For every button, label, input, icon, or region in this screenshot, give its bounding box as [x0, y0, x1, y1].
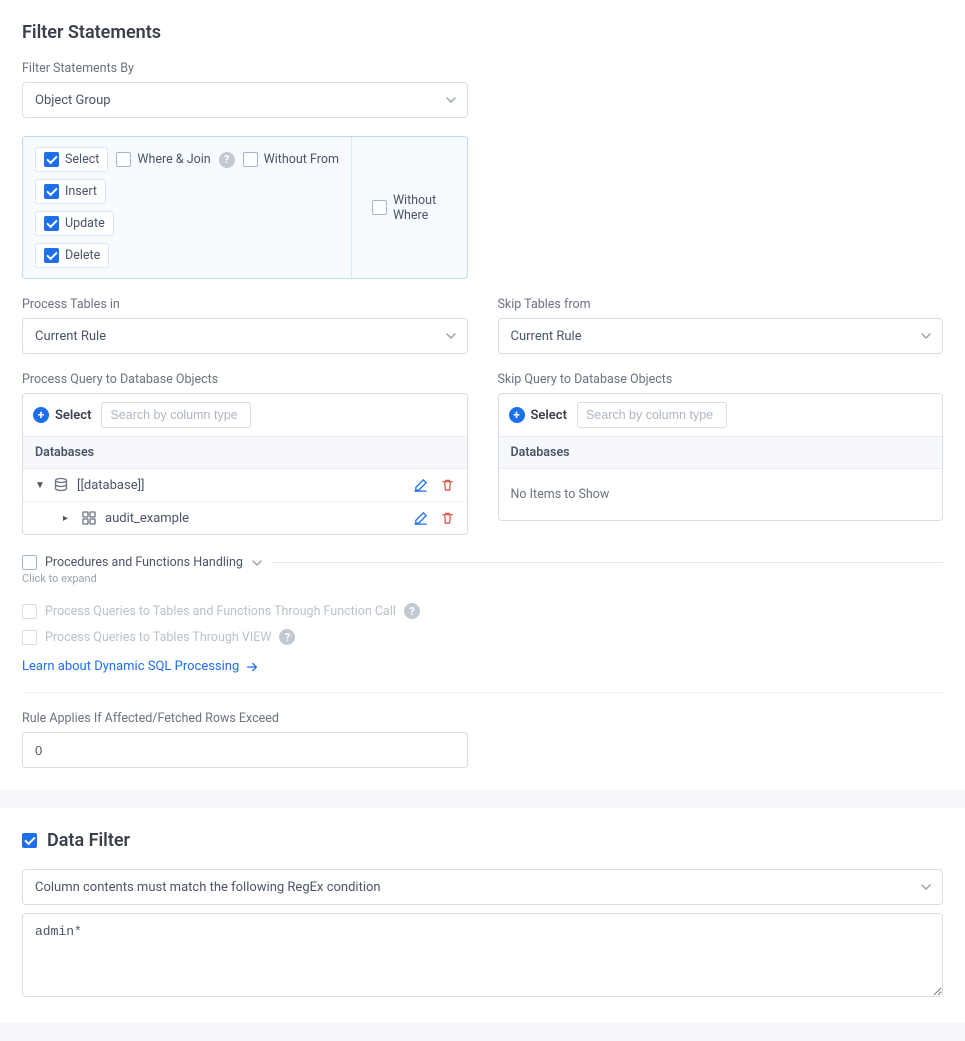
delete-button[interactable]: [440, 511, 455, 526]
filter-by-select[interactable]: Object Group: [22, 82, 468, 118]
checkbox-icon: [44, 248, 59, 263]
checkbox-icon: [372, 200, 387, 215]
process-query-label: Process Query to Database Objects: [22, 372, 468, 387]
learn-dynamic-sql-link[interactable]: Learn about Dynamic SQL Processing: [22, 659, 259, 674]
help-icon[interactable]: ?: [219, 152, 235, 168]
tree-row-database[interactable]: ▼ [[database]]: [23, 469, 467, 502]
rows-exceed-input[interactable]: [22, 732, 468, 768]
help-icon[interactable]: ?: [404, 603, 420, 619]
tree-database-name: [[database]]: [77, 478, 405, 493]
data-filter-checkbox[interactable]: [22, 833, 37, 848]
filter-statements-title: Filter Statements: [22, 22, 943, 43]
chevron-down-icon: [251, 557, 263, 569]
caret-right-icon[interactable]: ▸: [63, 513, 73, 524]
skip-query-add-button[interactable]: + Select: [509, 407, 567, 423]
checkbox-icon: [116, 152, 131, 167]
process-tables-label: Process Tables in: [22, 297, 468, 312]
checkbox-icon: [243, 152, 258, 167]
rows-exceed-label: Rule Applies If Affected/Fetched Rows Ex…: [22, 711, 468, 726]
stmt-withoutwhere-checkbox[interactable]: Without Where: [372, 193, 447, 223]
chevron-down-icon: [445, 94, 457, 106]
skip-query-databases-header: Databases: [499, 437, 943, 469]
process-through-call-checkbox: Process Queries to Tables and Functions …: [22, 603, 943, 619]
data-filter-condition-value: Column contents must match the following…: [35, 880, 381, 895]
skip-tables-select[interactable]: Current Rule: [498, 318, 944, 354]
statement-left-group: Select Where & Join ? Without From: [23, 137, 352, 278]
checkbox-icon: [44, 184, 59, 199]
checkbox-icon: [44, 152, 59, 167]
process-tables-select[interactable]: Current Rule: [22, 318, 468, 354]
stmt-select-checkbox[interactable]: Select: [35, 147, 108, 172]
delete-button[interactable]: [440, 478, 455, 493]
data-filter-condition-select[interactable]: Column contents must match the following…: [22, 869, 943, 905]
data-filter-regex-input[interactable]: [22, 913, 943, 997]
statement-type-box: Select Where & Join ? Without From: [22, 136, 468, 279]
process-query-add-button[interactable]: + Select: [33, 407, 91, 423]
plus-icon: +: [509, 407, 525, 423]
checkbox-icon: [22, 604, 37, 619]
checkbox-icon: [44, 216, 59, 231]
chevron-down-icon: [920, 330, 932, 342]
checkbox-icon: [22, 555, 37, 570]
skip-tables-value: Current Rule: [511, 329, 582, 344]
stmt-delete-checkbox[interactable]: Delete: [35, 243, 109, 268]
data-filter-card: Data Filter Column contents must match t…: [0, 808, 965, 1023]
procedures-expander-toggle[interactable]: Procedures and Functions Handling: [22, 555, 263, 570]
divider: [22, 692, 943, 693]
tree-row-schema[interactable]: ▸ audit_example: [23, 502, 467, 534]
process-tables-value: Current Rule: [35, 329, 106, 344]
stmt-wherejoin-checkbox[interactable]: Where & Join: [116, 152, 210, 167]
process-query-databases-header: Databases: [23, 437, 467, 469]
skip-query-empty: No Items to Show: [499, 469, 943, 520]
filter-by-value: Object Group: [35, 93, 111, 108]
plus-icon: +: [33, 407, 49, 423]
database-icon: [53, 477, 69, 493]
edit-button[interactable]: [413, 511, 428, 526]
stmt-insert-checkbox[interactable]: Insert: [35, 179, 106, 204]
stmt-withoutfrom-checkbox[interactable]: Without From: [243, 152, 339, 167]
click-to-expand-hint: Click to expand: [22, 572, 943, 585]
schema-icon: [81, 510, 97, 526]
data-filter-title: Data Filter: [47, 830, 130, 851]
statement-right-group: Without Where: [352, 137, 467, 278]
skip-query-panel: + Select Databases No Items to Show: [498, 393, 944, 521]
skip-tables-label: Skip Tables from: [498, 297, 944, 312]
chevron-down-icon: [920, 881, 932, 893]
tree-schema-name: audit_example: [105, 511, 405, 526]
process-through-view-checkbox: Process Queries to Tables Through VIEW ?: [22, 629, 943, 645]
divider: [271, 562, 943, 563]
chevron-down-icon: [445, 330, 457, 342]
caret-down-icon[interactable]: ▼: [35, 480, 45, 491]
help-icon[interactable]: ?: [279, 629, 295, 645]
edit-button[interactable]: [413, 478, 428, 493]
filter-statements-card: Filter Statements Filter Statements By O…: [0, 0, 965, 790]
filter-by-label: Filter Statements By: [22, 61, 468, 76]
procedures-expander: Procedures and Functions Handling: [22, 555, 943, 570]
process-query-search-input[interactable]: [101, 402, 251, 428]
process-query-panel: + Select Databases ▼ [[database]]: [22, 393, 468, 535]
skip-query-search-input[interactable]: [577, 402, 727, 428]
stmt-update-checkbox[interactable]: Update: [35, 211, 114, 236]
skip-query-label: Skip Query to Database Objects: [498, 372, 944, 387]
checkbox-icon: [22, 630, 37, 645]
arrow-right-icon: [245, 660, 259, 674]
